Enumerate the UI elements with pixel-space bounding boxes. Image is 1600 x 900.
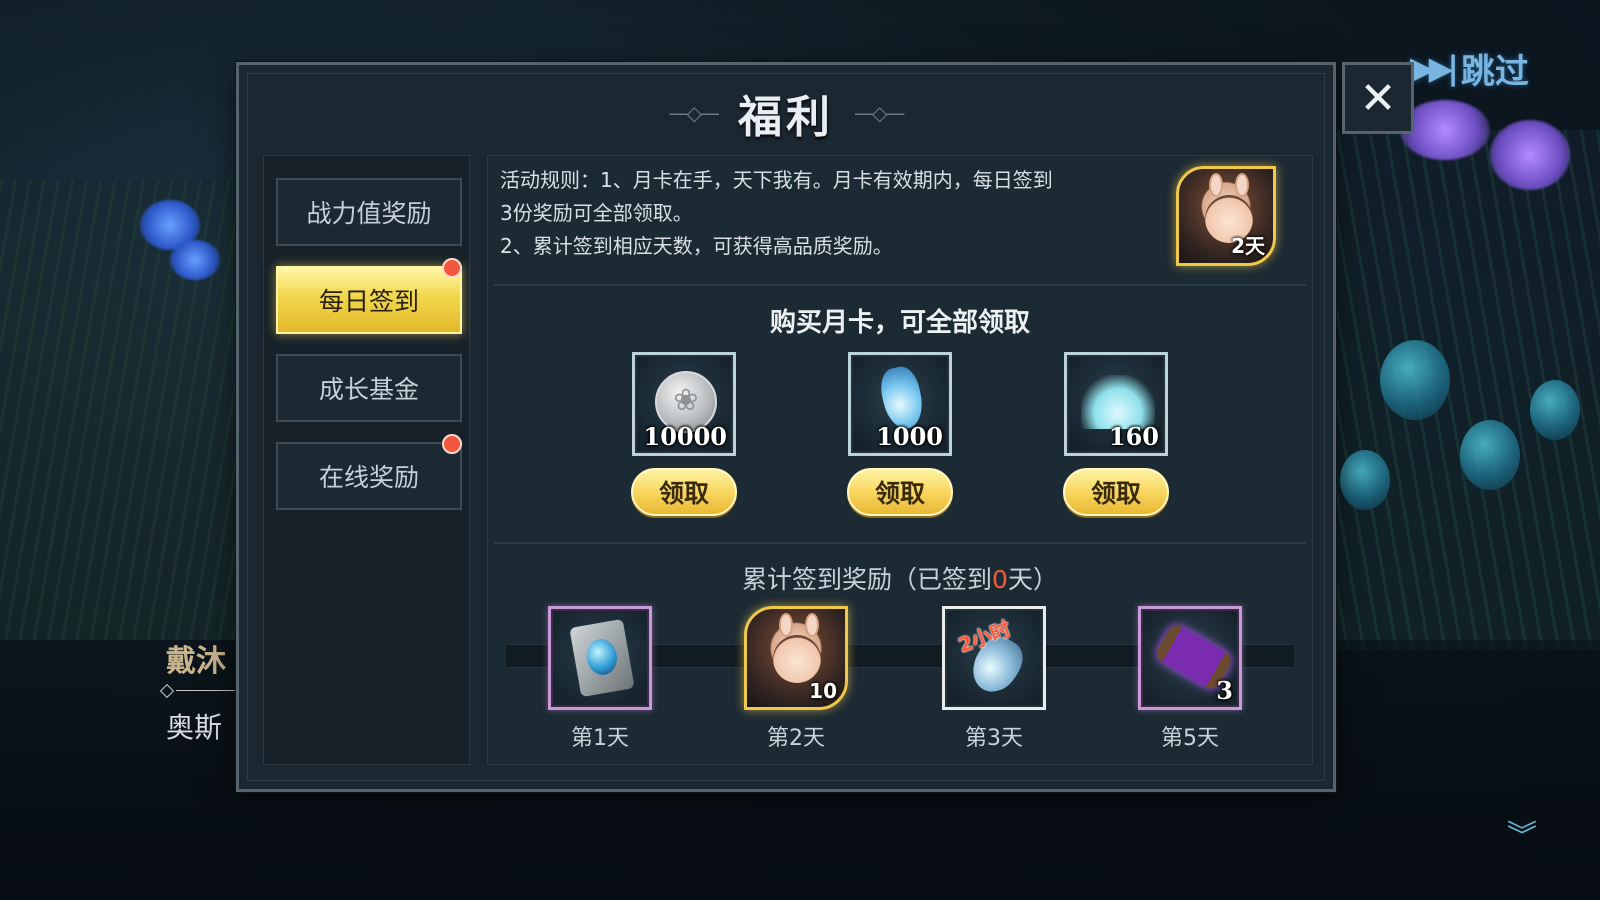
item-count: 10 (809, 679, 837, 703)
portrait-day-label: 2天 (1231, 234, 1265, 258)
claim-button[interactable]: 领取 (631, 468, 737, 516)
title-ornament-left-icon: —◇— (668, 101, 720, 125)
welfare-dialog: —◇— 福利 —◇— 战力值奖励 每日签到 成长基金 在线奖励 活动规则：1、月… (236, 62, 1336, 792)
close-icon: ✕ (1359, 72, 1397, 124)
fast-forward-icon: ▶▶| (1410, 49, 1459, 87)
nav-combat-power-reward[interactable]: 战力值奖励 (276, 178, 462, 246)
nav-label: 战力值奖励 (306, 199, 432, 228)
day-label: 第3天 (965, 726, 1023, 751)
portrait-ear (779, 613, 793, 637)
nav-growth-fund[interactable]: 成长基金 (276, 354, 462, 422)
glowing-bulb-decoration (1460, 420, 1520, 490)
item-count: 160 (1108, 422, 1159, 451)
chevron-down-icon[interactable]: ︾ (1502, 822, 1542, 852)
title-ornament-right-icon: —◇— (854, 101, 905, 125)
glowing-bulb-decoration (1530, 380, 1580, 440)
purple-flower-decoration (1490, 120, 1570, 190)
gem-frame-icon (569, 618, 635, 698)
item-count: 3 (1216, 676, 1233, 705)
rules-line: 活动规则：1、月卡在手，天下我有。月卡有效期内，每日签到 (500, 168, 1053, 192)
nav-label: 在线奖励 (318, 463, 419, 492)
rules-line: 2、累计签到相应天数，可获得高品质奖励。 (500, 234, 893, 258)
nav-label: 每日签到 (318, 287, 419, 316)
ornament-line (176, 690, 236, 691)
nav-online-reward[interactable]: 在线奖励 (276, 442, 462, 510)
item-count: 1000 (876, 422, 943, 451)
rules-line: 3份奖励可全部领取。 (500, 201, 693, 225)
day-label: 第1天 (571, 726, 629, 751)
reward-item-blue-potion[interactable]: 1000 (848, 352, 952, 456)
item-count: 10000 (643, 422, 728, 451)
portrait-ear (1209, 173, 1223, 197)
activity-rules: 活动规则：1、月卡在手，天下我有。月卡有效期内，每日签到 3份奖励可全部领取。 … (500, 164, 1140, 263)
reward-item-crystal-dust[interactable]: 160 (1064, 352, 1168, 456)
portrait-ear (1235, 173, 1249, 197)
day-label: 第5天 (1161, 726, 1219, 751)
section-divider (494, 542, 1306, 544)
skip-button[interactable]: ▶▶| 跳过 (1410, 44, 1529, 92)
claim-button[interactable]: 领取 (847, 468, 953, 516)
cumulative-reward-day5[interactable]: 3 (1138, 606, 1242, 710)
character-portrait-icon[interactable]: 10 (744, 606, 848, 710)
portrait-ear (805, 613, 819, 637)
claim-button[interactable]: 领取 (1063, 468, 1169, 516)
skip-label: 跳过 (1460, 51, 1529, 92)
close-button[interactable]: ✕ (1342, 62, 1414, 134)
notification-dot-icon (442, 258, 462, 278)
cumulative-title-suffix: 天） (1007, 565, 1058, 594)
welfare-nav-panel: 战力值奖励 每日签到 成长基金 在线奖励 (263, 155, 470, 765)
background-character-name: 戴沐 (166, 644, 226, 679)
monthly-card-title: 购买月卡，可全部领取 (769, 308, 1030, 338)
portrait-face (773, 635, 821, 683)
days-signed-count: 0 (992, 565, 1008, 594)
nav-daily-checkin[interactable]: 每日签到 (276, 266, 462, 334)
day-label: 第2天 (767, 726, 825, 751)
glowing-bulb-decoration (1380, 340, 1450, 420)
dialog-title: 福利 (738, 92, 834, 143)
blue-flower-decoration (170, 240, 220, 280)
cumulative-reward-day1[interactable] (548, 606, 652, 710)
cumulative-reward-day3[interactable]: 2小时 (942, 606, 1046, 710)
cumulative-checkin-title: 累计签到奖励（已签到0天） (488, 560, 1312, 596)
section-divider (494, 284, 1306, 286)
glowing-bulb-decoration (1340, 450, 1390, 510)
character-portrait-icon[interactable]: 2天 (1176, 166, 1276, 266)
dialog-header: —◇— 福利 —◇— (239, 83, 1333, 143)
reward-item-silver-coin[interactable]: 10000 (632, 352, 736, 456)
crystal-dust-icon (1081, 375, 1155, 429)
notification-dot-icon (442, 434, 462, 454)
nav-label: 成长基金 (318, 375, 419, 404)
daily-checkin-panel: 活动规则：1、月卡在手，天下我有。月卡有效期内，每日签到 3份奖励可全部领取。 … (487, 155, 1313, 765)
background-character-subtitle: 奥斯 (166, 711, 223, 744)
cumulative-title-prefix: 累计签到奖励（已签到 (742, 565, 993, 594)
